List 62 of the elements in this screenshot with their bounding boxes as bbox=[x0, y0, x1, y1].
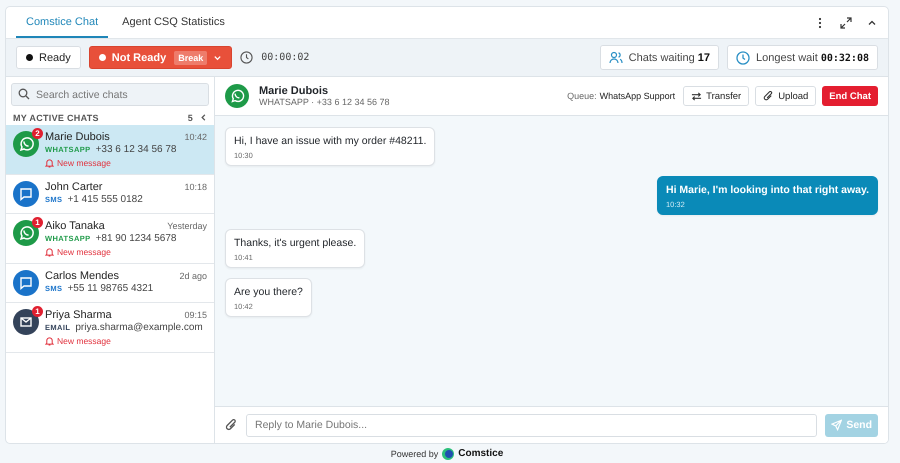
caret-icon bbox=[213, 53, 222, 62]
paperclip-icon[interactable] bbox=[225, 418, 238, 432]
bell-icon bbox=[45, 247, 54, 257]
send-icon bbox=[831, 419, 842, 431]
contact-detail: priya.sharma@example.com bbox=[75, 322, 203, 333]
clock-icon bbox=[736, 50, 750, 64]
bell-icon bbox=[45, 158, 54, 168]
contact-name: Priya Sharma bbox=[45, 309, 112, 321]
contact-detail: +1 415 555 0182 bbox=[67, 194, 143, 205]
chat-time: Yesterday bbox=[167, 221, 207, 231]
people-icon bbox=[608, 51, 623, 64]
section-heading: MY ACTIVE CHATS bbox=[13, 112, 99, 122]
tab[interactable]: Agent CSQ Statistics bbox=[112, 7, 235, 38]
collapse-icon[interactable] bbox=[199, 113, 208, 122]
contact-name: Aiko Tanaka bbox=[45, 220, 105, 232]
chat-time: 09:15 bbox=[184, 310, 207, 320]
ready-button[interactable]: Ready bbox=[16, 46, 81, 69]
phone-bubble-icon bbox=[13, 131, 39, 157]
swap-arrows-icon bbox=[691, 90, 702, 102]
not-ready-button[interactable]: Not Ready Break bbox=[88, 46, 232, 69]
brand-logo-icon bbox=[442, 448, 454, 460]
search-field[interactable]: Search active chats bbox=[11, 83, 209, 106]
contact-name: Carlos Mendes bbox=[45, 270, 119, 282]
brand-name: Comstice bbox=[458, 448, 504, 459]
chat-count: 5 bbox=[188, 112, 193, 122]
paperclip-icon bbox=[763, 90, 774, 102]
clock-icon bbox=[240, 51, 254, 64]
phone-bubble-icon bbox=[13, 220, 39, 246]
status-dot-icon bbox=[26, 54, 33, 61]
end-chat-button[interactable]: End Chat bbox=[822, 86, 878, 106]
contact-detail: +55 11 98765 4321 bbox=[67, 283, 154, 294]
upload-button[interactable]: Upload bbox=[755, 86, 816, 106]
longest-wait-pill: Longest wait 00:32:08 bbox=[727, 45, 878, 70]
chats-waiting-pill: Chats waiting 17 bbox=[600, 45, 719, 70]
unread-badge: 1 bbox=[32, 217, 43, 228]
status-timer: 00:00:02 bbox=[261, 52, 310, 63]
powered-by-label: Powered by bbox=[390, 448, 438, 458]
queue-name: WhatsApp Support bbox=[600, 91, 676, 101]
chat-bubble-icon bbox=[13, 181, 39, 207]
chat-time: 2d ago bbox=[179, 271, 207, 281]
reply-field[interactable]: Reply to Marie Dubois... bbox=[246, 414, 817, 436]
phone-bubble-icon bbox=[225, 84, 249, 108]
chat-time: 10:18 bbox=[184, 182, 207, 192]
new-message-label: New message bbox=[57, 158, 111, 168]
contact-detail: +81 90 1234 5678 bbox=[96, 233, 176, 244]
unread-badge: 1 bbox=[32, 306, 43, 317]
new-message-label: New message bbox=[57, 336, 111, 346]
contact-name: Marie Dubois bbox=[45, 131, 110, 143]
contact-detail: +33 6 12 34 56 78 bbox=[96, 144, 176, 155]
transfer-button[interactable]: Transfer bbox=[683, 86, 750, 106]
envelope-icon bbox=[13, 309, 39, 335]
new-message-label: New message bbox=[57, 247, 111, 257]
unread-badge: 2 bbox=[32, 128, 43, 139]
bell-icon bbox=[45, 336, 54, 346]
chat-time: 10:42 bbox=[184, 132, 207, 142]
queue-label: Queue: bbox=[567, 91, 597, 101]
conversation-subtitle: WHATSAPP · +33 6 12 34 56 78 bbox=[259, 97, 390, 107]
status-dot-icon bbox=[98, 54, 106, 61]
expand-icon[interactable] bbox=[840, 16, 852, 28]
contact-name: John Carter bbox=[45, 181, 102, 193]
conversation-name: Marie Dubois bbox=[259, 85, 330, 97]
chat-bubble-icon bbox=[13, 270, 39, 296]
